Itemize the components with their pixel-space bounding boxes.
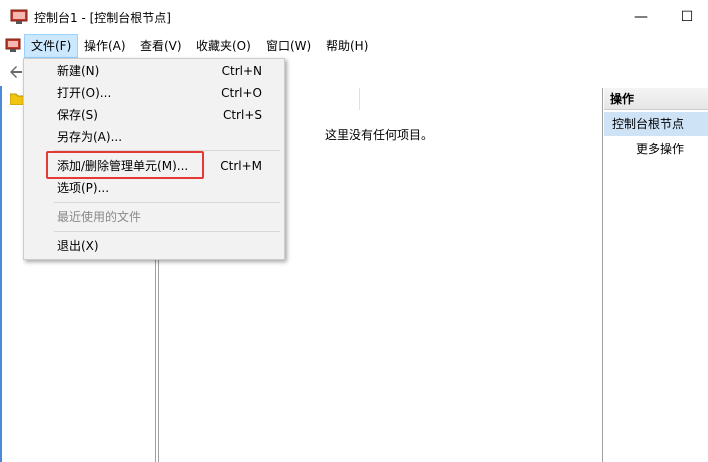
file-menu-save[interactable]: 保存(S) Ctrl+S <box>24 104 284 126</box>
file-menu-open[interactable]: 打开(O)... Ctrl+O <box>24 82 284 104</box>
red-highlight-box <box>46 151 204 179</box>
menu-favorites[interactable]: 收藏夹(O) <box>190 34 257 58</box>
file-menu-dropdown: 新建(N) Ctrl+N 打开(O)... Ctrl+O 保存(S) Ctrl+… <box>23 58 285 260</box>
menu-view[interactable]: 查看(V) <box>134 34 188 58</box>
title-bar: 控制台1 - [控制台根节点] — ☐ <box>0 0 708 34</box>
window-left-border <box>0 86 2 462</box>
menu-bar: 文件(F) 操作(A) 查看(V) 收藏夹(O) 窗口(W) 帮助(H) <box>0 34 708 93</box>
file-menu-options[interactable]: 选项(P)... <box>24 177 284 199</box>
menu-window[interactable]: 窗口(W) <box>260 34 317 58</box>
actions-pane: 操作 控制台根节点 更多操作 <box>604 88 708 462</box>
file-menu-recent-files: 最近使用的文件 <box>57 210 142 224</box>
menu-action[interactable]: 操作(A) <box>78 34 132 58</box>
file-menu-new[interactable]: 新建(N) Ctrl+N <box>24 60 284 82</box>
menu-help[interactable]: 帮助(H) <box>320 34 374 58</box>
empty-list-message: 这里没有任何项目。 <box>325 128 434 142</box>
menu-separator <box>54 231 280 232</box>
more-actions-link[interactable]: 更多操作 <box>636 140 684 157</box>
console-app-icon <box>10 9 28 24</box>
window-title: 控制台1 - [控制台根节点] <box>34 11 171 25</box>
back-arrow-icon[interactable] <box>8 64 24 80</box>
menu-file[interactable]: 文件(F) <box>24 34 79 58</box>
file-menu-exit[interactable]: 退出(X) <box>24 235 284 257</box>
menu-separator <box>54 202 280 203</box>
minimize-button[interactable]: — <box>626 6 656 28</box>
console-system-menu-icon[interactable] <box>5 38 21 53</box>
column-divider <box>359 88 360 110</box>
actions-root-node[interactable]: 控制台根节点 <box>604 112 708 136</box>
actions-pane-header: 操作 <box>604 88 708 110</box>
maximize-button[interactable]: ☐ <box>672 6 702 28</box>
file-menu-save-as[interactable]: 另存为(A)... <box>24 126 284 148</box>
